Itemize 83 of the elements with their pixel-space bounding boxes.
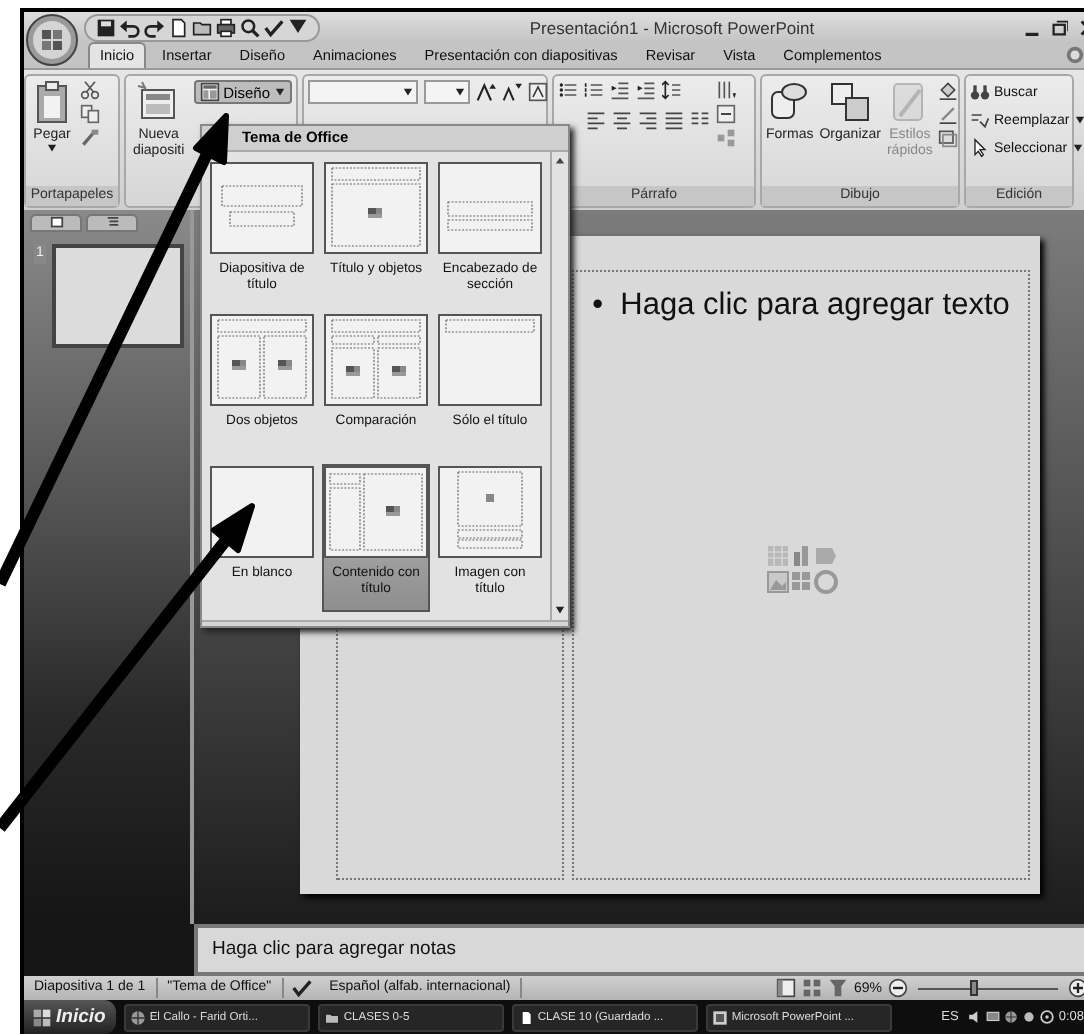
restore-icon[interactable]: [1052, 19, 1068, 35]
content-icons-drawing: [765, 544, 837, 596]
slide-icon: [49, 216, 63, 230]
effects-icon[interactable]: [938, 128, 959, 148]
scrollbar[interactable]: [550, 152, 568, 620]
shrink-font-icon[interactable]: [502, 82, 522, 102]
size-combo[interactable]: [424, 80, 470, 104]
numbered-list-icon[interactable]: [584, 80, 604, 100]
clear-format-icon[interactable]: [528, 82, 548, 102]
columns-icon[interactable]: [690, 110, 710, 130]
up-arrow-icon[interactable]: [554, 156, 566, 166]
undo-icon[interactable]: [120, 17, 140, 37]
placeholder-text: • Haga clic para agregar texto: [592, 288, 1010, 324]
caret-icon: [46, 144, 58, 154]
layout-preview: [438, 162, 542, 254]
align-left-icon[interactable]: [586, 110, 606, 130]
zoom-out-icon[interactable]: [888, 978, 908, 998]
bullet-list-icon[interactable]: [558, 80, 578, 100]
layout-icon: [199, 82, 220, 102]
layout-preview: [438, 314, 542, 406]
folder-icon: [323, 1009, 340, 1025]
text-direction-icon[interactable]: [716, 80, 736, 100]
printer-icon[interactable]: [216, 17, 236, 37]
down-arrow-icon[interactable]: [554, 606, 566, 616]
globe-icon[interactable]: [1004, 1010, 1019, 1024]
slide-icon: [136, 80, 181, 124]
outdent-icon[interactable]: [610, 80, 630, 100]
resize-grip[interactable]: [202, 620, 568, 626]
layout-preview: [210, 162, 314, 254]
slide-thumbnail[interactable]: [51, 244, 184, 348]
shapes-icon: [767, 80, 812, 124]
caret-icon[interactable]: [288, 17, 308, 37]
lines-icon: [105, 216, 119, 230]
indent-icon[interactable]: [636, 80, 656, 100]
notes-field[interactable]: Haga clic para agregar notas: [194, 924, 1084, 976]
windows-flag-icon: [32, 1007, 52, 1027]
normal-view-icon[interactable]: [775, 978, 796, 998]
caret-icon: [402, 87, 414, 97]
align-right-icon[interactable]: [638, 110, 658, 130]
magnifier-icon[interactable]: [240, 17, 260, 37]
checkmark-icon[interactable]: [264, 17, 284, 37]
scissors-icon[interactable]: [80, 80, 100, 100]
pen-icon[interactable]: [938, 104, 959, 124]
line-spacing-icon[interactable]: [662, 80, 682, 100]
spell-check-icon: [291, 978, 312, 998]
speaker-icon[interactable]: [968, 1010, 983, 1024]
redo-icon[interactable]: [144, 17, 164, 37]
monitor-icon[interactable]: [986, 1010, 1001, 1024]
caret-icon: [454, 87, 466, 97]
copy-icon[interactable]: [80, 104, 100, 124]
align-text-icon[interactable]: [716, 104, 736, 124]
document-icon: [517, 1009, 534, 1025]
content-placeholder[interactable]: • Haga clic para agregar texto: [572, 270, 1030, 880]
globe-icon: [129, 1009, 146, 1025]
caret-icon: [274, 87, 286, 97]
start-button[interactable]: Inicio: [24, 1000, 116, 1034]
layout-preview: [210, 314, 314, 406]
save-icon[interactable]: [96, 17, 116, 37]
layout-preview: [324, 466, 428, 558]
disc-icon[interactable]: [1040, 1010, 1055, 1024]
slider-thumb[interactable]: [970, 979, 979, 995]
pane-tab[interactable]: [86, 214, 138, 232]
align-center-icon[interactable]: [612, 110, 632, 130]
presentation-icon: [711, 1009, 728, 1025]
stacked-squares-icon: [828, 80, 873, 124]
justify-icon[interactable]: [664, 110, 684, 130]
pane-tab[interactable]: [30, 214, 82, 232]
help-icon[interactable]: [1066, 46, 1084, 64]
folder-icon[interactable]: [192, 17, 212, 37]
font-combo[interactable]: [308, 80, 418, 104]
window-title: Presentación1 - Microsoft PowerPoint: [527, 17, 817, 37]
layout-preview: [324, 314, 428, 406]
grow-font-icon[interactable]: [476, 82, 496, 102]
binoculars-icon: [970, 82, 990, 102]
grid-icon[interactable]: [801, 978, 822, 998]
fill-icon[interactable]: [938, 80, 959, 100]
layout-preview: [438, 466, 542, 558]
circle-icon[interactable]: [1022, 1010, 1037, 1024]
cursor-icon: [970, 138, 990, 158]
layout-preview: [324, 162, 428, 254]
replace-icon: [970, 110, 990, 130]
document-icon[interactable]: [168, 17, 188, 37]
zoom-in-icon[interactable]: [1068, 978, 1084, 998]
